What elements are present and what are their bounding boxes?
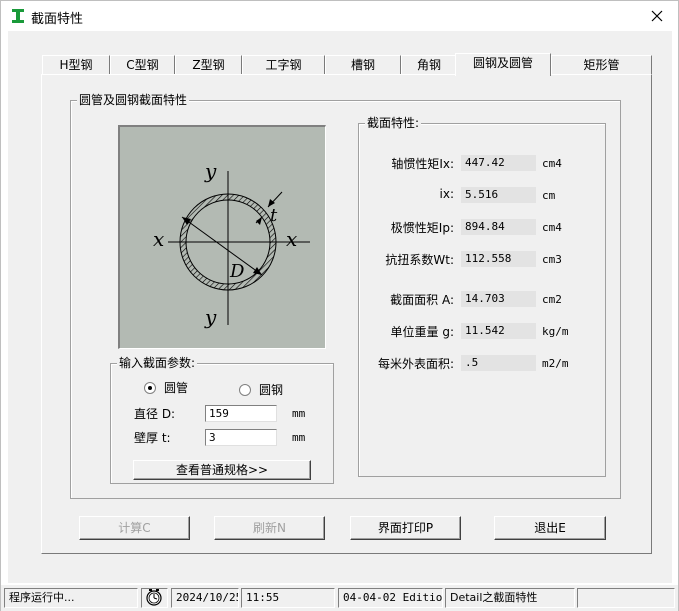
prop-value-surface: .5 bbox=[461, 355, 536, 371]
tube-section-drawing: y y x x t D bbox=[153, 159, 310, 329]
tab-round-tube[interactable]: 圆钢及圆管 bbox=[455, 53, 551, 76]
y-axis-label-top: y bbox=[204, 159, 217, 183]
radio-round-bar[interactable]: 圆钢 bbox=[239, 381, 283, 398]
prop-unit-wt: cm3 bbox=[542, 253, 562, 266]
dialog-client: H型钢 C型钢 Z型钢 工字钢 槽钢 角钢 圆钢及圆管 矩形管 圆管及圆钢截面特… bbox=[8, 31, 672, 583]
tab-angle[interactable]: 角钢 bbox=[401, 55, 457, 75]
diameter-input[interactable]: 159 bbox=[205, 405, 277, 422]
thickness-field-label: 壁厚 t: bbox=[134, 431, 171, 445]
tab-z-steel[interactable]: Z型钢 bbox=[175, 55, 242, 75]
prop-value-radius: 5.516 bbox=[461, 187, 536, 203]
diameter-field-label: 直径 D: bbox=[134, 407, 176, 421]
prop-value-area: 14.703 bbox=[461, 291, 536, 307]
exit-button[interactable]: 退出E bbox=[494, 516, 606, 540]
calculate-button[interactable]: 计算C bbox=[79, 516, 190, 540]
diameter-label: D bbox=[229, 261, 245, 282]
prop-value-wt: 112.558 bbox=[461, 251, 536, 267]
tab-h-steel[interactable]: H型钢 bbox=[42, 55, 110, 75]
tab-c-steel[interactable]: C型钢 bbox=[110, 55, 175, 75]
status-extra bbox=[577, 588, 675, 608]
x-axis-label-left: x bbox=[153, 227, 164, 251]
thickness-label: t bbox=[270, 205, 278, 226]
window-title: 截面特性 bbox=[31, 12, 84, 27]
tab-channel[interactable]: 槽钢 bbox=[325, 55, 401, 75]
close-icon bbox=[651, 10, 663, 22]
status-detail: Detail之截面特性 bbox=[445, 588, 575, 608]
x-axis-label-right: x bbox=[286, 227, 297, 251]
radio-round-tube-dot[interactable] bbox=[144, 381, 156, 394]
dialog-window: 截面特性 H型钢 C型钢 Z型钢 工字钢 槽钢 角钢 圆钢及圆管 矩形管 圆管及… bbox=[0, 0, 679, 611]
diameter-unit: mm bbox=[292, 407, 306, 420]
prop-unit-surface: m2/m bbox=[542, 357, 569, 370]
thickness-unit: mm bbox=[292, 431, 306, 444]
y-axis-label-bottom: y bbox=[204, 305, 217, 329]
section-group-title: 圆管及圆钢截面特性 bbox=[77, 93, 190, 107]
status-message: 程序运行中... bbox=[4, 588, 138, 608]
prop-label-surface: 每米外表面积: bbox=[377, 357, 454, 371]
clock-icon bbox=[146, 589, 162, 606]
prop-value-ix: 447.42 bbox=[461, 155, 536, 171]
prop-label-radius: ix: bbox=[439, 187, 454, 201]
tab-strip: H型钢 C型钢 Z型钢 工字钢 槽钢 角钢 圆钢及圆管 矩形管 bbox=[42, 53, 652, 76]
radio-round-tube[interactable]: 圆管 bbox=[144, 379, 188, 396]
clock-icon-cell bbox=[141, 588, 168, 608]
status-bar: 程序运行中... 2024/10/25 11:55 04-04-02 Editi… bbox=[1, 585, 678, 611]
prop-label-ix: 轴惯性矩Ix: bbox=[391, 157, 454, 171]
status-time: 11:55 bbox=[241, 588, 335, 608]
prop-unit-ix: cm4 bbox=[542, 157, 562, 170]
prop-unit-radius: cm bbox=[542, 189, 556, 202]
refresh-button[interactable]: 刷新N bbox=[214, 516, 325, 540]
props-group-title: 截面特性: bbox=[365, 116, 422, 130]
input-group-title: 输入截面参数: bbox=[117, 356, 198, 370]
thickness-input[interactable]: 3 bbox=[205, 429, 277, 446]
prop-label-ip: 极惯性矩Ip: bbox=[390, 221, 454, 235]
view-spec-button[interactable]: 查看普通规格>> bbox=[133, 460, 311, 480]
prop-label-weight: 单位重量 g: bbox=[390, 325, 454, 339]
prop-value-weight: 11.542 bbox=[461, 323, 536, 339]
section-diagram: y y x x t D bbox=[118, 125, 326, 349]
prop-unit-weight: kg/m bbox=[542, 325, 569, 338]
tab-rect-tube[interactable]: 矩形管 bbox=[551, 55, 652, 75]
prop-label-wt: 抗扭系数Wt: bbox=[385, 253, 454, 267]
prop-label-area: 截面面积 A: bbox=[390, 293, 454, 307]
title-bar[interactable]: 截面特性 bbox=[1, 1, 678, 31]
radio-round-bar-dot[interactable] bbox=[239, 383, 251, 396]
radio-round-tube-label: 圆管 bbox=[164, 381, 189, 395]
close-button[interactable] bbox=[646, 5, 668, 27]
app-icon bbox=[12, 9, 24, 23]
prop-unit-ip: cm4 bbox=[542, 221, 562, 234]
status-date: 2024/10/25 bbox=[171, 588, 239, 608]
print-button[interactable]: 界面打印P bbox=[350, 516, 461, 540]
prop-value-ip: 894.84 bbox=[461, 219, 536, 235]
status-edition: 04-04-02 Edition bbox=[338, 588, 443, 608]
radio-round-bar-label: 圆钢 bbox=[259, 383, 284, 397]
prop-unit-area: cm2 bbox=[542, 293, 562, 306]
tab-i-beam[interactable]: 工字钢 bbox=[242, 55, 325, 75]
